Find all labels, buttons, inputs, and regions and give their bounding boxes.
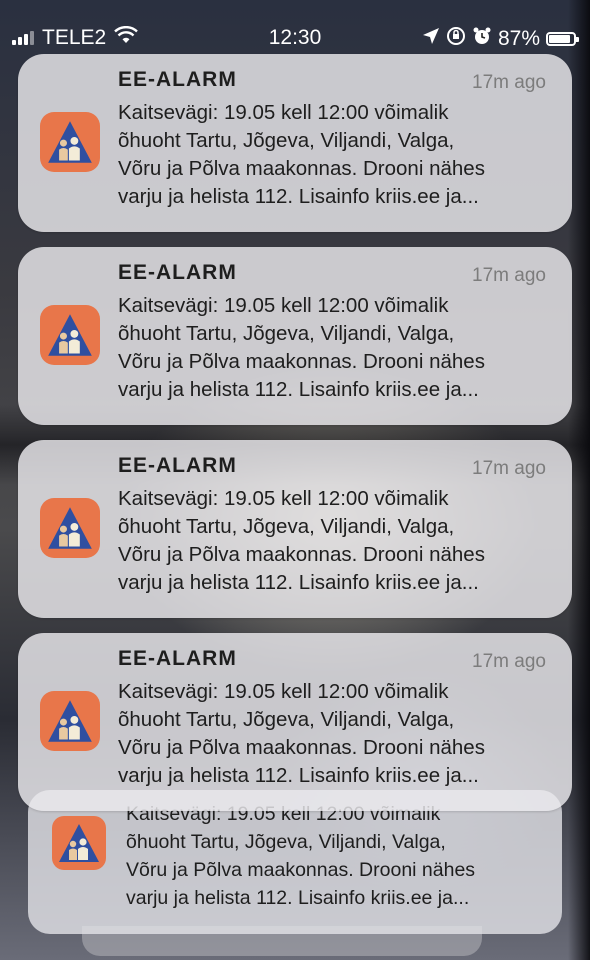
message-line: Kaitsevägi: 19.05 kell 12:00 võimalik [118,680,449,703]
message-line: Kaitsevägi: 19.05 kell 12:00 võimalik [118,101,449,124]
notification-card[interactable]: EE-ALARM 17m ago Kaitsevägi: 19.05 kell … [18,440,572,618]
message-line: varju ja helista 112. Lisainfo kriis.ee … [118,764,479,787]
notification-content: EE-ALARM 17m ago Kaitsevägi: 19.05 kell … [18,633,572,811]
notification-time: 17m ago [472,265,546,286]
status-bar-right: 87% [422,26,579,52]
notification-card[interactable]: EE-ALARM 17m ago Kaitsevägi: 19.05 kell … [18,633,572,811]
message-line: õhuoht Tartu, Jõgeva, Viljandi, Valga, [118,708,455,731]
message-line: varju ja helista 112. Lisainfo kriis.ee … [118,571,479,594]
message-line: Kaitsevägi: 19.05 kell 12:00 võimalik [118,294,449,317]
notification-message: Kaitsevägi: 19.05 kell 12:00 võimalik õh… [118,292,542,404]
message-line: Võru ja Põlva maakonnas. Drooni nähes [118,543,485,566]
ee-alarm-app-icon [40,498,100,558]
notification-message: Kaitsevägi: 19.05 kell 12:00 võimalik õh… [118,485,542,597]
stacked-notification[interactable]: Kaitsevägi: 19.05 kell 12:00 võimalik õh… [28,790,562,934]
notification-content: EE-ALARM 17m ago Kaitsevägi: 19.05 kell … [18,54,572,232]
battery-percent: 87% [497,27,540,50]
stacked-notification-message: Kaitsevägi: 19.05 kell 12:00 võimalik õh… [126,803,542,912]
ee-alarm-app-icon [40,112,100,172]
notification-time: 17m ago [472,651,546,672]
notification-message: Kaitsevägi: 19.05 kell 12:00 võimalik õh… [118,678,542,790]
notification-card[interactable]: EE-ALARM 17m ago Kaitsevägi: 19.05 kell … [18,54,572,232]
message-line: varju ja helista 112. Lisainfo kriis.ee … [118,185,479,208]
notification-time: 17m ago [472,72,546,93]
message-line: Kaitsevägi: 19.05 kell 12:00 võimalik [118,487,449,510]
battery-fill [549,35,570,43]
message-line: õhuoht Tartu, Jõgeva, Viljandi, Valga, [118,129,455,152]
alarm-icon [472,26,492,52]
message-line: Võru ja Põlva maakonnas. Drooni nähes [118,350,485,373]
notification-app-name: EE-ALARM [118,261,237,284]
message-line: varju ja helista 112. Lisainfo kriis.ee … [118,378,479,401]
message-line: õhuoht Tartu, Jõgeva, Viljandi, Valga, [118,322,455,345]
notification-message: Kaitsevägi: 19.05 kell 12:00 võimalik õh… [118,99,542,211]
notification-app-name: EE-ALARM [118,68,237,91]
message-line: varju ja helista 112. Lisainfo kriis.ee … [126,887,470,909]
message-line: Võru ja Põlva maakonnas. Drooni nähes [118,157,485,180]
notification-card[interactable]: EE-ALARM 17m ago Kaitsevägi: 19.05 kell … [18,247,572,425]
ee-alarm-app-icon [52,816,106,870]
notification-app-name: EE-ALARM [118,454,237,477]
message-line: õhuoht Tartu, Jõgeva, Viljandi, Valga, [126,831,446,853]
battery-icon [546,32,579,46]
notification-time: 17m ago [472,458,546,479]
ee-alarm-app-icon [40,691,100,751]
message-line: õhuoht Tartu, Jõgeva, Viljandi, Valga, [118,515,455,538]
status-bar: TELE2 12:30 87% [0,20,590,58]
ee-alarm-app-icon [40,305,100,365]
notification-content: EE-ALARM 17m ago Kaitsevägi: 19.05 kell … [18,440,572,618]
message-line: Võru ja Põlva maakonnas. Drooni nähes [126,859,476,881]
notification-content: EE-ALARM 17m ago Kaitsevägi: 19.05 kell … [18,247,572,425]
notification-app-name: EE-ALARM [118,647,237,670]
orientation-lock-icon [446,26,466,52]
message-line: Võru ja Põlva maakonnas. Drooni nähes [118,736,485,759]
location-icon [422,27,440,51]
